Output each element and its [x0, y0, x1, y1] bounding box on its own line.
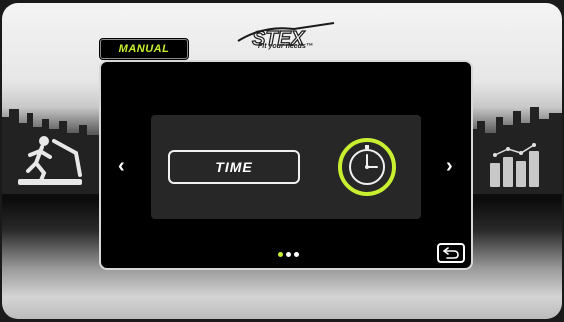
display-screen: ‹ › TIME: [99, 60, 473, 270]
back-button[interactable]: [437, 243, 465, 263]
page-dot: [286, 252, 291, 257]
logo-tagline: Fit your needs™: [258, 43, 313, 50]
program-option-panel: TIME: [151, 115, 421, 219]
stopwatch-icon[interactable]: [337, 137, 397, 197]
chevron-right-icon[interactable]: ›: [446, 156, 453, 176]
chevron-left-icon[interactable]: ‹: [118, 156, 125, 176]
page-dot: [294, 252, 299, 257]
time-option-button[interactable]: TIME: [168, 150, 300, 184]
page-indicator: [278, 252, 299, 257]
back-return-icon: [443, 247, 459, 259]
console-frame: MANUAL STEX Fit your needs™ ‹ › TIME: [2, 3, 562, 319]
treadmill-runner-icon: [18, 136, 82, 185]
mode-label: MANUAL: [100, 39, 188, 59]
bar-graph-icon: [490, 143, 539, 187]
page-dot-active: [278, 252, 283, 257]
